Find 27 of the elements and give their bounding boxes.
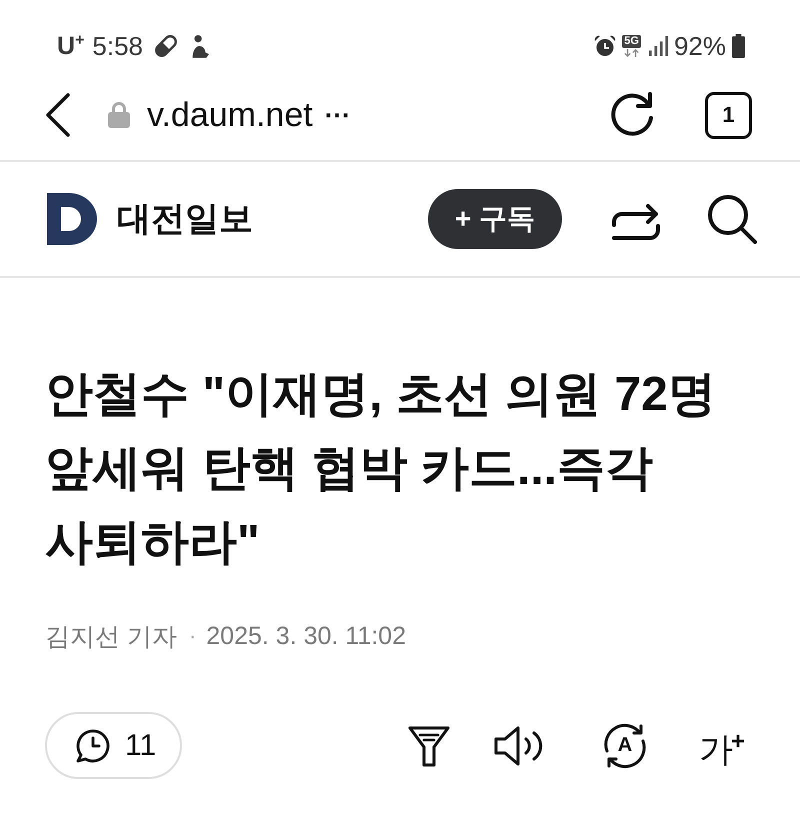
url-text[interactable]: v.daum.net bbox=[147, 96, 313, 134]
lock-icon bbox=[108, 102, 130, 128]
separator-dot: · bbox=[188, 623, 196, 649]
back-icon[interactable] bbox=[45, 93, 71, 137]
search-icon[interactable] bbox=[707, 194, 757, 244]
publisher-name[interactable]: 대전일보 bbox=[117, 196, 253, 242]
data-arrows-icon bbox=[622, 49, 641, 57]
status-time: 5:58 bbox=[92, 30, 144, 62]
tabs-button[interactable]: 1 bbox=[705, 92, 752, 138]
comments-button[interactable]: 11 bbox=[45, 712, 182, 779]
translate-button[interactable]: A bbox=[600, 722, 649, 770]
carrier-label: U$^{+}$ bbox=[57, 32, 84, 60]
funnel-icon[interactable] bbox=[406, 724, 451, 768]
network-badge: 5G bbox=[622, 35, 641, 48]
pill-icon bbox=[153, 33, 180, 59]
battery-icon bbox=[732, 34, 745, 58]
author-name[interactable]: 김지선 기자 bbox=[45, 620, 177, 652]
publish-date: 2025. 3. 30. 11:02 bbox=[206, 622, 406, 650]
battery-percent: 92% bbox=[674, 30, 726, 62]
article-title: 안철수 "이재명, 초선 의원 72명 앞세워 탄핵 협박 카드...즉각 사퇴하라" bbox=[45, 367, 717, 571]
font-size-button[interactable]: 가$^{+}$ bbox=[698, 720, 745, 772]
signal-icon bbox=[648, 36, 669, 56]
url-more-text: ··· bbox=[324, 100, 351, 130]
alarm-icon bbox=[594, 35, 616, 57]
speech-clock-icon bbox=[75, 728, 111, 764]
logo-icon bbox=[47, 193, 97, 245]
subscribe-button[interactable]: + 구독 bbox=[428, 189, 562, 249]
